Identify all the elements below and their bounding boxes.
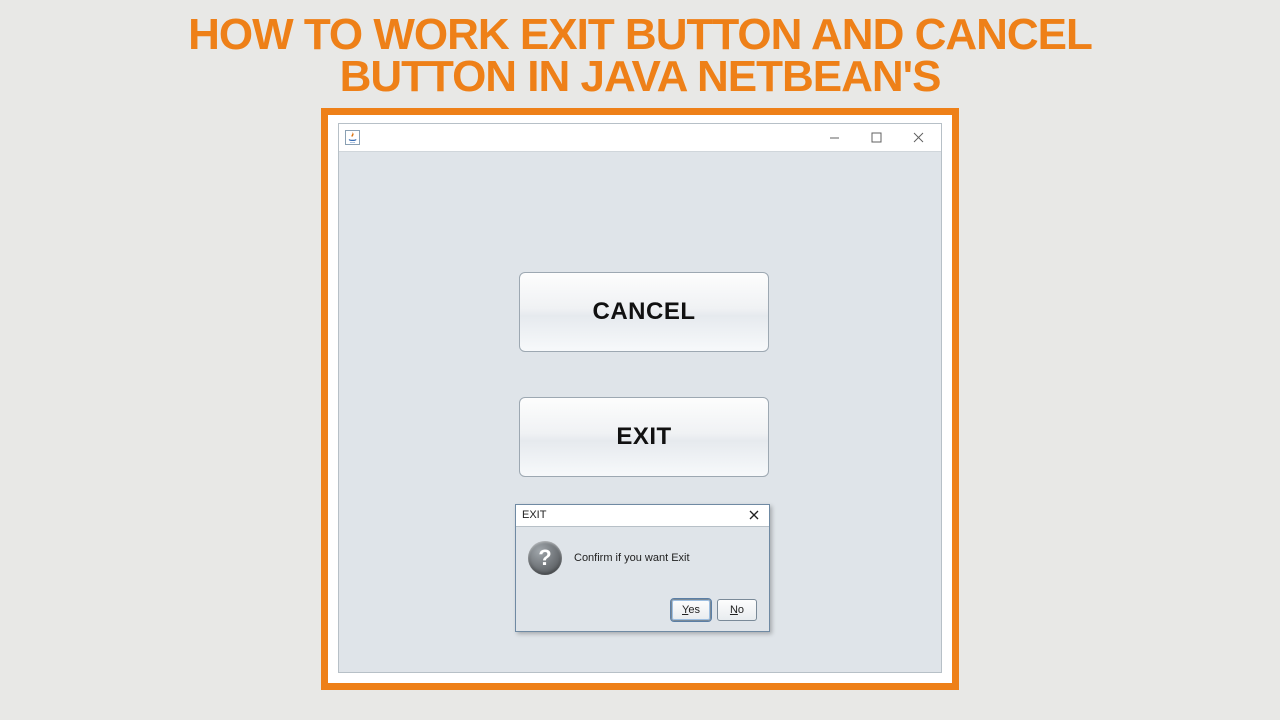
- dialog-body: ? Confirm if you want Exit Yes No: [516, 527, 769, 631]
- main-window: CANCEL EXIT EXIT ?: [338, 123, 942, 673]
- question-icon: ?: [528, 541, 562, 575]
- exit-button-label: EXIT: [616, 423, 671, 451]
- screenshot-frame: CANCEL EXIT EXIT ?: [321, 108, 959, 690]
- tutorial-heading: HOW TO WORK EXIT BUTTON AND CANCEL BUTTO…: [0, 0, 1280, 98]
- cancel-button-label: CANCEL: [593, 298, 696, 326]
- confirm-dialog: EXIT ? Confirm if you want Exit: [515, 504, 770, 632]
- dialog-content: ? Confirm if you want Exit: [528, 541, 757, 575]
- close-button[interactable]: [897, 124, 939, 151]
- heading-line-1: HOW TO WORK EXIT BUTTON AND CANCEL: [0, 14, 1280, 56]
- dialog-yes-button[interactable]: Yes: [671, 599, 711, 621]
- java-app-icon: [345, 130, 360, 145]
- window-controls: [813, 124, 939, 151]
- dialog-button-row: Yes No: [528, 599, 757, 621]
- dialog-close-button[interactable]: [743, 506, 765, 524]
- dialog-title: EXIT: [522, 509, 743, 521]
- window-client-area: CANCEL EXIT EXIT ?: [339, 152, 941, 672]
- dialog-titlebar: EXIT: [516, 505, 769, 527]
- dialog-message: Confirm if you want Exit: [574, 552, 690, 564]
- dialog-no-button[interactable]: No: [717, 599, 757, 621]
- cancel-button[interactable]: CANCEL: [519, 272, 769, 352]
- exit-button[interactable]: EXIT: [519, 397, 769, 477]
- maximize-button[interactable]: [855, 124, 897, 151]
- window-titlebar: [339, 124, 941, 152]
- dialog-yes-label: Yes: [682, 604, 700, 616]
- heading-line-2: BUTTON IN JAVA NETBEAN'S: [0, 56, 1280, 98]
- minimize-button[interactable]: [813, 124, 855, 151]
- dialog-no-label: No: [730, 604, 744, 616]
